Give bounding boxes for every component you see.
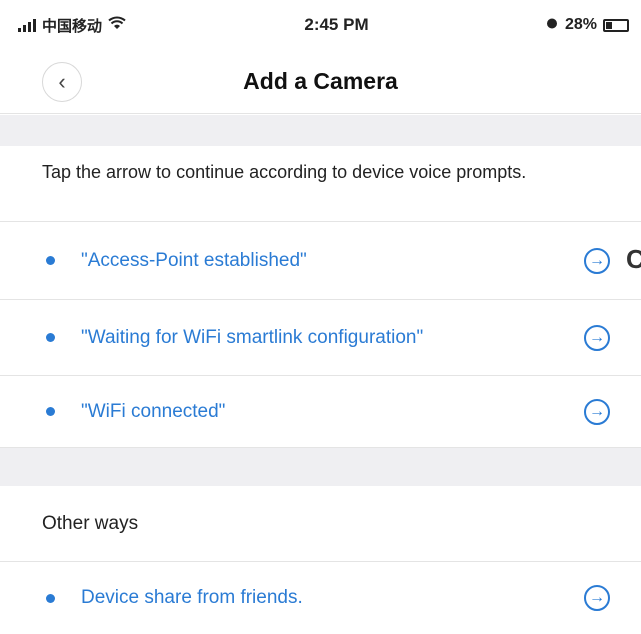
chevron-left-icon: ‹ bbox=[58, 69, 66, 94]
back-button[interactable]: ‹ bbox=[42, 62, 82, 102]
bullet-icon bbox=[46, 256, 55, 265]
edge-glyph: C bbox=[626, 244, 641, 274]
bullet-icon bbox=[46, 407, 55, 416]
page-title: Add a Camera bbox=[243, 68, 398, 94]
status-left: 中国移动 bbox=[18, 15, 218, 36]
section-separator bbox=[0, 115, 641, 146]
bullet-icon bbox=[46, 333, 55, 342]
arrow-circle-right-icon[interactable]: → bbox=[584, 324, 610, 351]
prompt-label: "WiFi connected" bbox=[81, 400, 226, 422]
instruction-text: Tap the arrow to continue according to d… bbox=[0, 146, 641, 222]
section-separator bbox=[0, 448, 641, 486]
carrier-name: 中国移动 bbox=[42, 17, 103, 35]
alarm-icon bbox=[545, 16, 559, 35]
prompt-row-waiting-smartlink[interactable]: "Waiting for WiFi smartlink configuratio… bbox=[0, 300, 641, 376]
device-share-label: Device share from friends. bbox=[81, 587, 303, 608]
prompt-row-access-point[interactable]: "Access-Point established" → bbox=[0, 222, 641, 300]
status-right: 28% bbox=[545, 16, 629, 35]
prompt-label: "Access-Point established" bbox=[81, 249, 307, 271]
navigation-bar: ‹ Add a Camera bbox=[0, 50, 641, 114]
arrow-circle-right-icon[interactable]: → bbox=[584, 398, 610, 425]
bullet-icon bbox=[46, 593, 55, 603]
arrow-circle-right-icon[interactable]: → bbox=[584, 247, 610, 274]
arrow-circle-right-icon[interactable]: → bbox=[584, 585, 610, 611]
status-bar: 中国移动 2:45 PM 28% bbox=[0, 0, 641, 50]
device-share-row[interactable]: Device share from friends. → bbox=[0, 562, 641, 634]
status-time: 2:45 PM bbox=[304, 15, 369, 34]
battery-icon bbox=[603, 18, 629, 32]
prompt-label: "Waiting for WiFi smartlink configuratio… bbox=[81, 326, 424, 348]
signal-icon bbox=[18, 18, 36, 32]
battery-percent: 28% bbox=[564, 16, 597, 33]
other-ways-heading: Other ways bbox=[0, 486, 641, 562]
prompt-row-wifi-connected[interactable]: "WiFi connected" → bbox=[0, 376, 641, 448]
wifi-icon bbox=[108, 16, 126, 35]
